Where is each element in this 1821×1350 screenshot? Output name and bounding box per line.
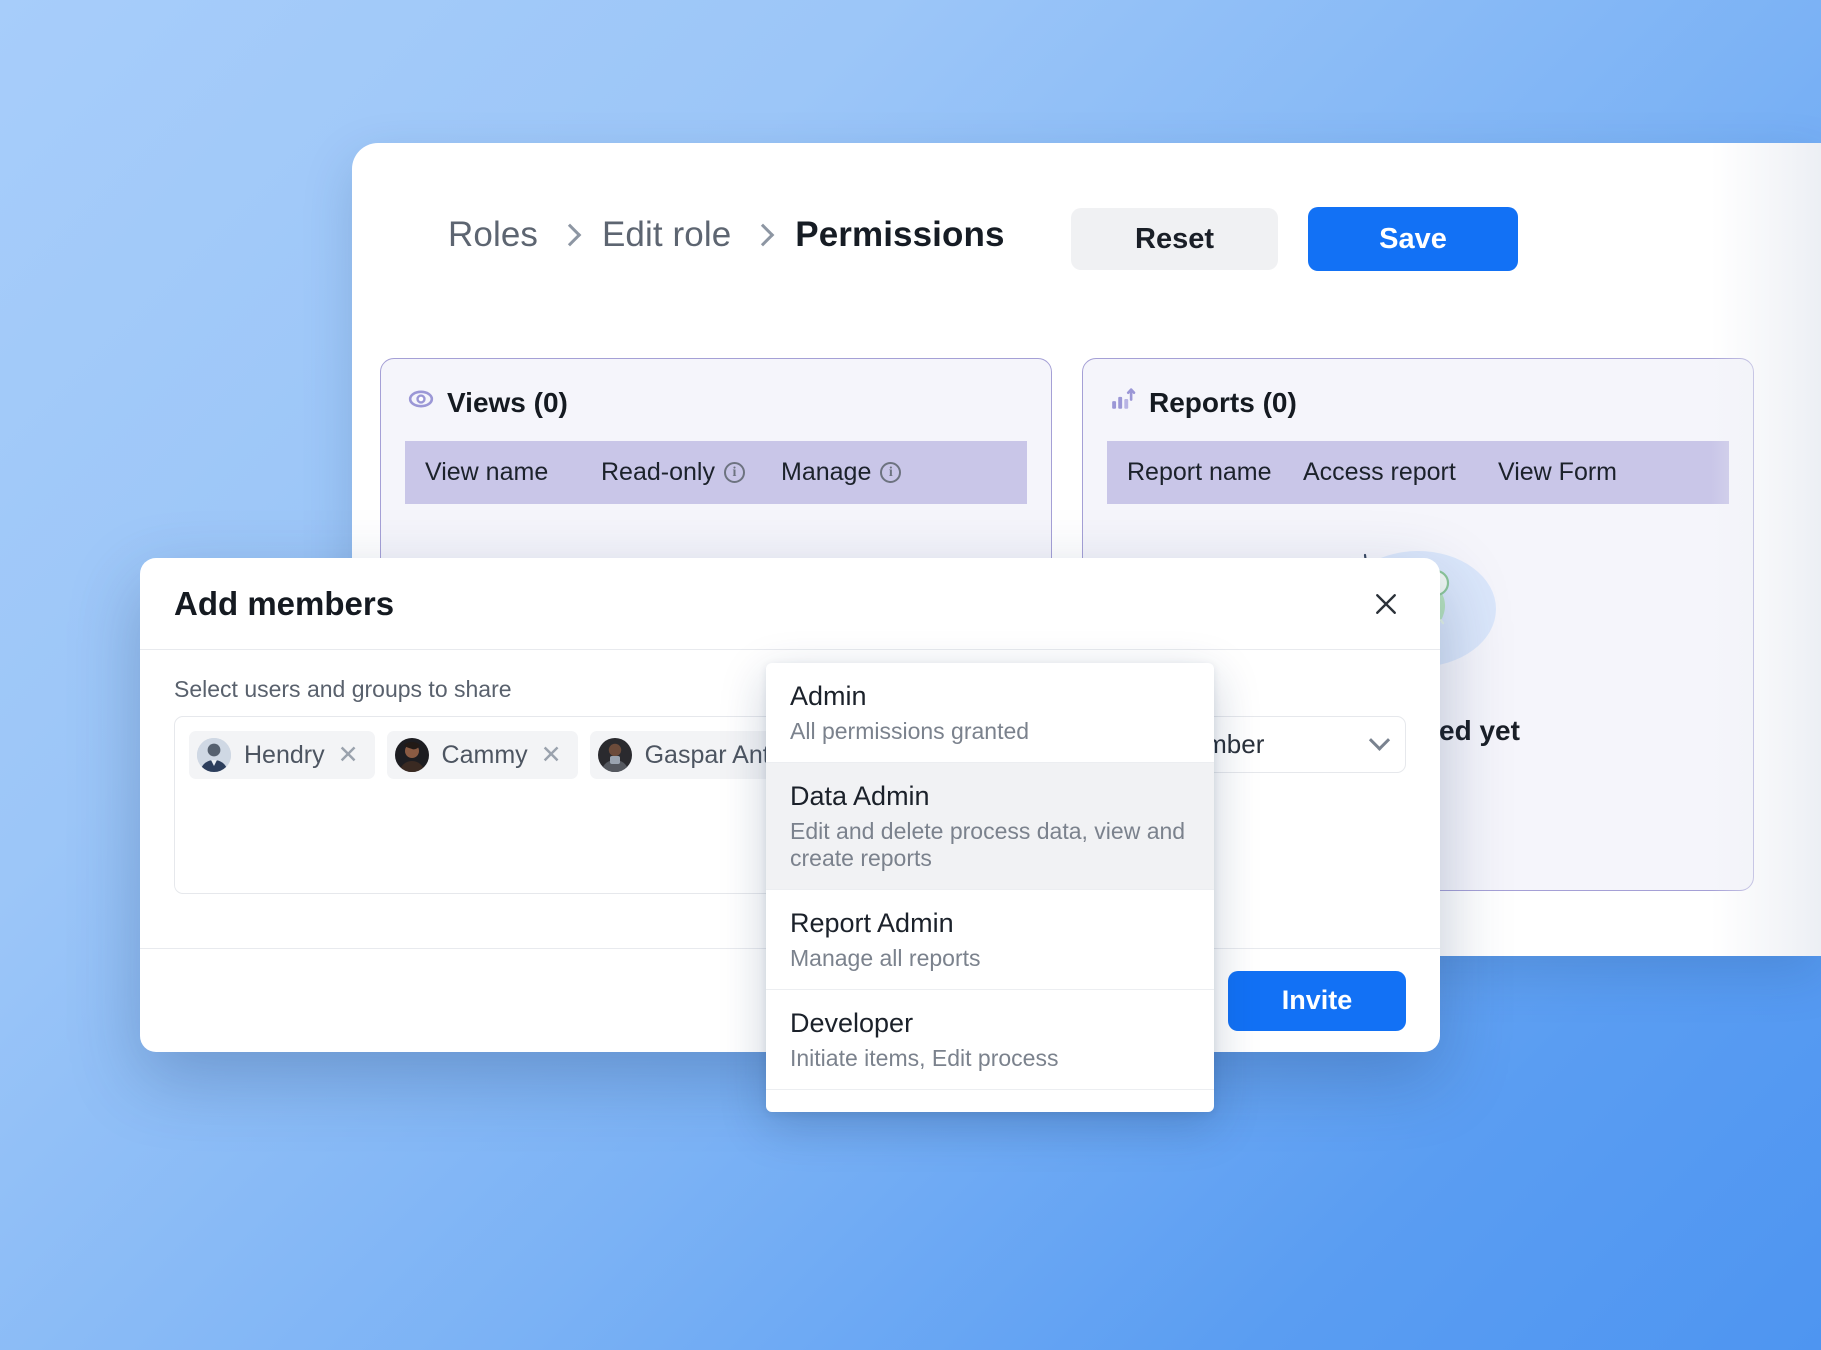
column-manage: Manage i <box>781 458 902 487</box>
breadcrumb-item-permissions: Permissions <box>795 215 1005 254</box>
member-chip[interactable]: Cammy ✕ <box>386 731 578 779</box>
chevron-right-icon <box>751 223 775 247</box>
eye-icon <box>408 386 434 419</box>
close-icon[interactable]: ✕ <box>338 742 359 768</box>
reset-button[interactable]: Reset <box>1071 208 1278 270</box>
role-option-developer[interactable]: Developer Initiate items, Edit process <box>766 989 1214 1089</box>
reports-card-title: Reports (0) <box>1083 359 1753 419</box>
role-option-data-admin[interactable]: Data Admin Edit and delete process data,… <box>766 762 1214 889</box>
column-access-report: Access report <box>1303 458 1456 486</box>
views-table-header: View name Read-only i Manage i <box>405 441 1027 504</box>
column-view-name: View name <box>425 458 549 486</box>
role-option-desc: Initiate items, Edit process <box>790 1045 1059 1071</box>
close-icon[interactable]: ✕ <box>541 742 562 768</box>
bar-chart-up-icon <box>1110 386 1136 419</box>
role-option-admin[interactable]: Admin All permissions granted <box>766 663 1214 762</box>
role-dropdown-menu: Admin All permissions granted Data Admin… <box>766 663 1214 1112</box>
chevron-right-icon <box>558 223 582 247</box>
header-actions: Reset Save <box>1071 207 1518 271</box>
breadcrumb-item-edit-role[interactable]: Edit role <box>602 215 731 255</box>
reports-card-label: Reports (0) <box>1149 386 1297 418</box>
role-option-report-admin[interactable]: Report Admin Manage all reports <box>766 889 1214 989</box>
member-chip-name: Cammy <box>441 740 528 769</box>
column-report-name: Report name <box>1127 458 1272 486</box>
avatar <box>394 738 429 772</box>
role-option-title: Member <box>790 1108 1190 1112</box>
role-option-title: Report Admin <box>790 908 954 938</box>
breadcrumb: Roles Edit role Permissions <box>448 215 1005 255</box>
info-icon[interactable]: i <box>880 462 902 483</box>
role-option-desc: Manage all reports <box>790 945 981 971</box>
role-option-member[interactable]: Member Initiate items only <box>766 1089 1214 1112</box>
save-button[interactable]: Save <box>1308 207 1518 271</box>
role-option-desc: Edit and delete process data, view and c… <box>790 818 1186 871</box>
invite-button[interactable]: Invite <box>1228 970 1406 1031</box>
member-chip-name: Hendry <box>244 740 325 769</box>
modal-title: Add members <box>174 584 395 622</box>
chevron-down-icon <box>1368 729 1391 751</box>
role-option-title: Data Admin <box>790 781 930 811</box>
breadcrumb-item-roles[interactable]: Roles <box>448 215 538 255</box>
role-option-desc: All permissions granted <box>790 718 1030 744</box>
info-icon[interactable]: i <box>723 462 745 483</box>
reports-table-header: Report name Access report View Form <box>1107 441 1729 504</box>
close-icon[interactable] <box>1366 584 1406 624</box>
avatar <box>597 738 632 772</box>
role-option-title: Admin <box>790 681 867 711</box>
views-card-label: Views (0) <box>447 386 568 418</box>
member-chip[interactable]: Hendry ✕ <box>189 731 375 779</box>
column-view-form: View Form <box>1498 458 1618 486</box>
column-read-only: Read-only i <box>601 458 781 487</box>
role-option-title: Developer <box>790 1008 914 1038</box>
views-card-title: Views (0) <box>381 359 1051 419</box>
modal-header: Add members <box>140 558 1440 650</box>
avatar <box>197 738 231 772</box>
